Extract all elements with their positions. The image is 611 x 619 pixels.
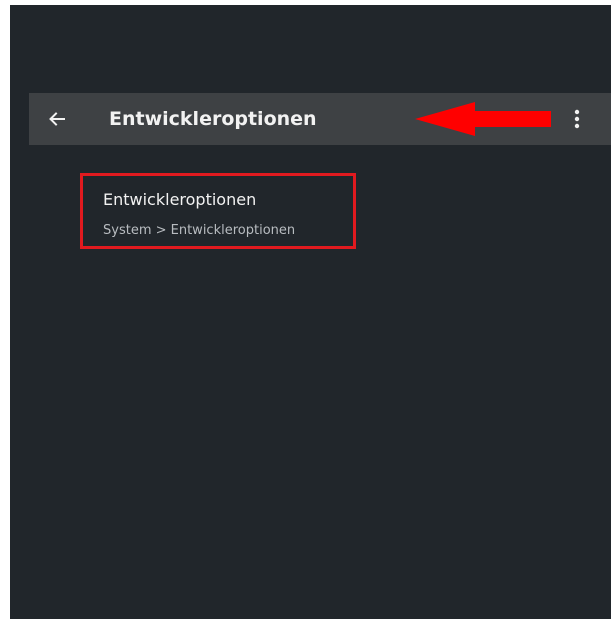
page-title: Entwickleroptionen xyxy=(109,108,317,130)
search-result-item[interactable]: Entwickleroptionen System > Entwicklerop… xyxy=(80,173,356,249)
more-options-button[interactable] xyxy=(559,103,595,135)
app-screen: Entwickleroptionen Entwickleroptionen Sy… xyxy=(10,5,611,619)
back-button[interactable] xyxy=(41,103,73,135)
result-title: Entwickleroptionen xyxy=(103,190,257,209)
more-vertical-icon xyxy=(574,109,580,129)
search-toolbar: Entwickleroptionen xyxy=(29,93,611,145)
arrow-left-icon xyxy=(49,112,65,126)
result-path: System > Entwickleroptionen xyxy=(103,223,296,238)
red-arrow-annotation-icon xyxy=(415,102,551,136)
